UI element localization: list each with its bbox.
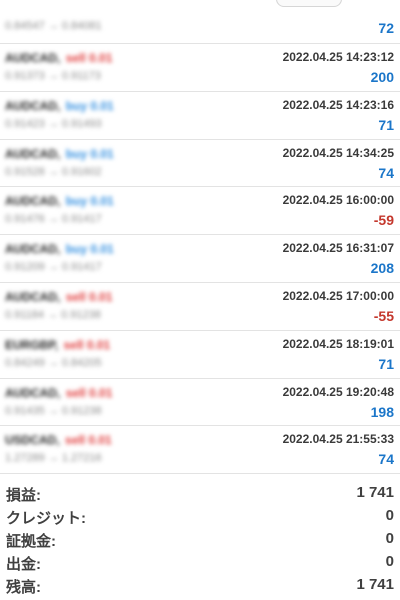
trade-direction: sell 0.01 xyxy=(65,433,112,448)
trade-direction: buy 0.01 xyxy=(65,242,114,257)
trade-row[interactable]: AUDCAD, buy 0.01 0.91423 → 0.91493 2022.… xyxy=(0,92,400,140)
trade-list: 0.84547 → 0.84081 72 AUDCAD, sell 0.01 0… xyxy=(0,0,400,475)
trade-history-screen: 0.84547 → 0.84081 72 AUDCAD, sell 0.01 0… xyxy=(0,0,400,600)
trade-time: 2022.04.25 14:23:16 xyxy=(282,97,394,112)
trade-row[interactable]: 0.84547 → 0.84081 72 xyxy=(0,0,400,44)
trade-time: 2022.04.25 16:00:00 xyxy=(282,193,394,208)
trade-prices: 0.91476 → 0.91417 xyxy=(5,213,102,226)
trade-time: 2022.04.25 17:00:00 xyxy=(282,288,394,303)
trade-symbol-line: AUDCAD, buy 0.01 xyxy=(5,99,114,113)
trade-symbol-line: AUDCAD, sell 0.01 xyxy=(5,290,112,304)
profit-value: 1 741 xyxy=(356,484,394,501)
trade-symbol: USDCAD, xyxy=(5,433,60,448)
trade-direction: sell 0.01 xyxy=(65,385,113,400)
trade-prices: 0.91184 → 0.91238 xyxy=(5,308,101,321)
trade-row[interactable]: AUDCAD, sell 0.01 0.91373 → 0.91173 2022… xyxy=(0,44,400,92)
trade-profit: 208 xyxy=(370,260,394,277)
trade-time: 2022.04.25 14:23:12 xyxy=(282,50,394,64)
trade-symbol-line: AUDCAD, sell 0.01 xyxy=(5,386,112,400)
trade-symbol: EURGBP, xyxy=(5,337,59,352)
trade-symbol: AUDCAD, xyxy=(5,98,61,113)
trade-time: 2022.04.25 19:20:48 xyxy=(282,384,394,399)
withdrawal-label: 出金: xyxy=(6,556,41,573)
trade-symbol-line: AUDCAD, sell 0.01 xyxy=(5,51,112,65)
trade-prices: 0.91373 → 0.91173 xyxy=(5,70,101,82)
trade-direction: sell 0.01 xyxy=(63,337,111,352)
trade-prices: 0.91423 → 0.91493 xyxy=(5,117,102,130)
trade-direction: buy 0.01 xyxy=(65,146,114,161)
trade-profit: -59 xyxy=(373,212,394,229)
trade-time: 2022.04.25 16:31:07 xyxy=(282,241,394,256)
credit-value: 0 xyxy=(385,507,394,524)
trade-symbol-line: USDCAD, sell 0.01 xyxy=(5,433,112,447)
trade-time: 2022.04.25 21:55:33 xyxy=(282,432,394,447)
trade-symbol: AUDCAD, xyxy=(5,194,61,209)
trade-profit: 200 xyxy=(370,69,394,85)
trade-row[interactable]: AUDCAD, sell 0.01 0.91184 → 0.91238 2022… xyxy=(0,283,400,331)
trade-row[interactable]: AUDCAD, buy 0.01 0.91476 → 0.91417 2022.… xyxy=(0,187,400,236)
summary-row-withdrawal: 出金: 0 xyxy=(0,551,400,574)
trade-prices: 0.84547 → 0.84081 xyxy=(5,20,102,32)
credit-label: クレジット: xyxy=(6,510,86,527)
trade-profit: 74 xyxy=(378,164,394,181)
trade-symbol: AUDCAD, xyxy=(5,385,61,400)
trade-profit: 74 xyxy=(378,451,394,468)
trade-prices: 0.91528 → 0.91602 xyxy=(5,165,102,178)
trade-symbol-line: AUDCAD, buy 0.01 xyxy=(5,194,114,208)
summary-row-balance: 残高: 1 741 xyxy=(0,574,400,597)
trade-row[interactable]: AUDCAD, sell 0.01 0.91435 → 0.91238 2022… xyxy=(0,379,400,427)
trade-symbol: AUDCAD, xyxy=(5,242,61,257)
trade-row[interactable]: USDCAD, sell 0.01 1.27289 → 1.27216 2022… xyxy=(0,426,400,475)
margin-label: 証拠金: xyxy=(6,533,56,550)
trade-symbol-line: EURGBP, sell 0.01 xyxy=(5,338,110,352)
trade-symbol: AUDCAD, xyxy=(5,51,61,65)
trade-symbol: AUDCAD, xyxy=(5,289,61,304)
trade-direction: sell 0.01 xyxy=(65,289,113,304)
trade-prices: 0.84249 → 0.84205 xyxy=(5,356,102,369)
balance-value: 1 741 xyxy=(356,576,394,593)
profit-label: 損益: xyxy=(6,487,41,504)
trade-row[interactable]: AUDCAD, buy 0.01 0.91528 → 0.91602 2022.… xyxy=(0,140,400,188)
trade-prices: 0.91209 → 0.91417 xyxy=(5,261,102,274)
withdrawal-value: 0 xyxy=(385,553,394,570)
trade-profit: -55 xyxy=(373,307,394,324)
trade-symbol-line: AUDCAD, buy 0.01 xyxy=(5,147,114,161)
summary-row-credit: クレジット: 0 xyxy=(0,505,400,528)
trade-symbol: AUDCAD, xyxy=(5,146,61,161)
trade-direction: buy 0.01 xyxy=(65,98,114,113)
account-summary: 損益: 1 741 クレジット: 0 証拠金: 0 出金: 0 残高: 1 74… xyxy=(0,482,400,597)
trade-prices: 1.27289 → 1.27216 xyxy=(5,452,102,465)
trade-direction: buy 0.01 xyxy=(65,194,114,209)
trade-row[interactable]: EURGBP, sell 0.01 0.84249 → 0.84205 2022… xyxy=(0,331,400,379)
trade-row[interactable]: AUDCAD, buy 0.01 0.91209 → 0.91417 2022.… xyxy=(0,235,400,283)
trade-profit: 198 xyxy=(370,403,394,420)
trade-time: 2022.04.25 18:19:01 xyxy=(282,336,394,351)
trade-time: 2022.04.25 14:34:25 xyxy=(282,145,394,160)
summary-row-margin: 証拠金: 0 xyxy=(0,528,400,551)
trade-symbol-line: AUDCAD, buy 0.01 xyxy=(5,242,114,256)
trade-profit: 71 xyxy=(378,355,394,372)
trade-direction: sell 0.01 xyxy=(65,51,113,65)
balance-label: 残高: xyxy=(6,579,41,596)
trade-profit: 72 xyxy=(378,20,394,36)
trade-profit: 71 xyxy=(378,116,394,133)
summary-row-profit: 損益: 1 741 xyxy=(0,482,400,505)
trade-prices: 0.91435 → 0.91238 xyxy=(5,404,102,417)
margin-value: 0 xyxy=(385,530,394,547)
